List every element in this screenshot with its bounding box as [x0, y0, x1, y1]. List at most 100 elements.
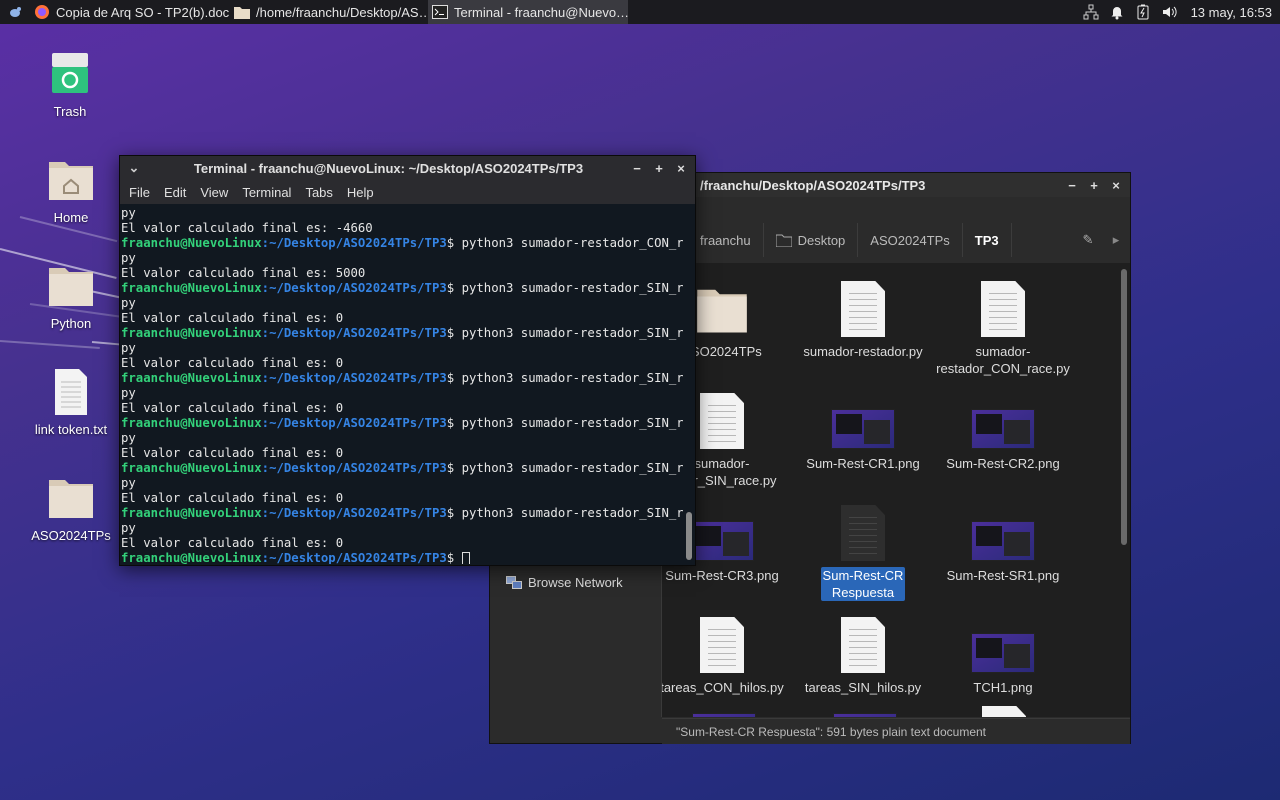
file-item-sumador-restador[interactable]: sumador-restador.py [793, 275, 933, 360]
command-text: python3 sumador-restador_SIN_race. [461, 371, 683, 385]
taskbar-item-label: Terminal - fraanchu@Nuevo… [454, 4, 628, 20]
window-menu-chevron-icon[interactable]: ⌄ [120, 160, 148, 176]
minimize-icon[interactable]: − [629, 160, 645, 176]
file-item-cr1[interactable]: Sum-Rest-CR1.png [793, 387, 933, 472]
file-item-label: Sum-Rest-CR3.png [665, 568, 779, 583]
desktop-icon-python[interactable]: Python [21, 262, 121, 331]
desktop-icon-home[interactable]: Home [21, 156, 121, 225]
terminal-output[interactable]: py El valor calculado final es: -4660 fraa… [121, 206, 683, 564]
terminal-output-line: py [121, 341, 683, 356]
terminal-output-text: El valor calculado final es: -4660 [121, 221, 373, 235]
maximize-icon[interactable]: + [651, 160, 667, 176]
prompt-symbol: $ [446, 461, 462, 475]
network-icon[interactable] [1083, 4, 1099, 20]
terminal-output-line: py [121, 476, 683, 491]
file-item-con-race[interactable]: sumador- restador_CON_race.py [933, 275, 1073, 377]
terminal-icon [432, 4, 448, 20]
file-item-tareas-sin-hilos[interactable]: tareas_SIN_hilos.py [793, 611, 933, 696]
folder-icon [49, 480, 93, 518]
terminal-output-text: py [121, 431, 136, 445]
file-grid-scrollbar[interactable] [1118, 263, 1130, 717]
menu-tabs[interactable]: Tabs [298, 185, 339, 200]
terminal-output-line: py [121, 206, 683, 221]
desktop-icon-trash[interactable]: Trash [20, 50, 120, 119]
breadcrumb-desktop[interactable]: Desktop [764, 223, 859, 257]
volume-icon[interactable] [1161, 4, 1177, 20]
notifications-bell-icon[interactable] [1109, 4, 1125, 20]
terminal-output-text: py [121, 386, 136, 400]
image-thumbnail-icon [831, 409, 895, 449]
terminal-output-text: py [121, 341, 136, 355]
terminal-titlebar[interactable]: ⌄ Terminal - fraanchu@NuevoLinux: ~/Desk… [120, 156, 695, 180]
command-text: python3 sumador-restador_SIN_race. [461, 326, 683, 340]
file-item-label: Sum-Rest-CR1.png [806, 456, 920, 471]
battery-charging-icon[interactable] [1135, 4, 1151, 20]
chevron-right-icon[interactable]: ▸ [1102, 232, 1130, 248]
text-file-icon [700, 617, 744, 673]
terminal-output-line: El valor calculado final es: 5000 [121, 266, 683, 281]
menu-help[interactable]: Help [340, 185, 381, 200]
terminal-output-text: py [121, 476, 136, 490]
scrollbar-thumb[interactable] [1121, 269, 1127, 545]
terminal-output-text: py [121, 521, 136, 535]
terminal-command-line: fraanchu@NuevoLinux:~/Desktop/ASO2024TPs… [121, 461, 683, 476]
terminal-output-line: py [121, 521, 683, 536]
image-thumbnail-icon [971, 409, 1035, 449]
breadcrumb-aso2024tps[interactable]: ASO2024TPs [858, 223, 963, 257]
menu-file[interactable]: File [122, 185, 157, 200]
prompt-user: fraanchu@NuevoLinux [121, 506, 262, 520]
text-file-icon [841, 281, 885, 337]
sidebar-item-browse-network[interactable]: Browse Network [506, 575, 623, 590]
minimize-icon[interactable]: − [1064, 177, 1080, 193]
file-item-cr-respuesta[interactable]: Sum-Rest-CR Respuesta [793, 499, 933, 601]
sidebar-item-label: Browse Network [528, 575, 623, 590]
terminal-window: ⌄ Terminal - fraanchu@NuevoLinux: ~/Desk… [119, 155, 696, 566]
image-thumbnail-icon [690, 521, 754, 561]
terminal-command-line: fraanchu@NuevoLinux:~/Desktop/ASO2024TPs… [121, 371, 683, 386]
taskbar-item-file-manager[interactable]: /home/fraanchu/Desktop/AS… [230, 0, 428, 24]
scrollbar-thumb[interactable] [686, 512, 692, 560]
home-folder-icon [49, 162, 93, 200]
text-file-icon[interactable] [982, 706, 1026, 717]
prompt-path: :~/Desktop/ASO2024TPs/TP3 [261, 461, 447, 475]
clock[interactable]: 13 may, 16:53 [1187, 5, 1272, 20]
terminal-output-line: py [121, 431, 683, 446]
file-item-tareas-con-hilos[interactable]: tareas_CON_hilos.py [662, 611, 792, 696]
image-thumbnail-icon[interactable] [833, 713, 897, 717]
terminal-command-line: fraanchu@NuevoLinux:~/Desktop/ASO2024TPs… [121, 281, 683, 296]
status-text: "Sum-Rest-CR Respuesta": 591 bytes plain… [676, 724, 986, 739]
folder-icon [234, 4, 250, 20]
image-thumbnail-icon[interactable] [692, 713, 756, 717]
desktop-icon-link-token[interactable]: link token.txt [21, 368, 121, 437]
terminal-command-line: fraanchu@NuevoLinux:~/Desktop/ASO2024TPs… [121, 551, 683, 564]
breadcrumb-tp3[interactable]: TP3 [963, 223, 1012, 257]
taskbar-item-firefox[interactable]: Copia de Arq SO - TP2(b).doc… [30, 0, 230, 24]
folder-icon [697, 289, 747, 333]
terminal-output-line: El valor calculado final es: 0 [121, 401, 683, 416]
terminal-output-line: El valor calculado final es: 0 [121, 356, 683, 371]
wallpaper-streak [91, 341, 120, 346]
text-file-icon [981, 281, 1025, 337]
file-item-sr1[interactable]: Sum-Rest-SR1.png [933, 499, 1073, 584]
edit-path-pencil-icon[interactable]: ✎ [1074, 232, 1102, 248]
close-icon[interactable]: × [673, 160, 689, 176]
menu-terminal[interactable]: Terminal [235, 185, 298, 200]
breadcrumb-label: Desktop [797, 232, 846, 248]
applications-menu-button[interactable] [0, 0, 30, 24]
menu-view[interactable]: View [193, 185, 235, 200]
prompt-path: :~/Desktop/ASO2024TPs/TP3 [261, 551, 447, 564]
file-item-tch1[interactable]: TCH1.png [933, 611, 1073, 696]
close-icon[interactable]: × [1108, 177, 1124, 193]
taskbar-item-terminal[interactable]: Terminal - fraanchu@Nuevo… [428, 0, 628, 24]
prompt-path: :~/Desktop/ASO2024TPs/TP3 [261, 236, 447, 250]
window-title: Terminal - fraanchu@NuevoLinux: ~/Deskto… [193, 160, 584, 176]
file-item-label: sumador- restador_CON_race.py [936, 344, 1070, 376]
terminal-scrollbar[interactable] [684, 206, 694, 564]
image-thumbnail-icon [971, 521, 1035, 561]
prompt-symbol: $ [446, 416, 462, 430]
file-item-cr2[interactable]: Sum-Rest-CR2.png [933, 387, 1073, 472]
desktop-icon-aso2024tps[interactable]: ASO2024TPs [21, 474, 121, 543]
command-text: python3 sumador-restador_SIN_race. [461, 416, 683, 430]
menu-edit[interactable]: Edit [157, 185, 193, 200]
maximize-icon[interactable]: + [1086, 177, 1102, 193]
